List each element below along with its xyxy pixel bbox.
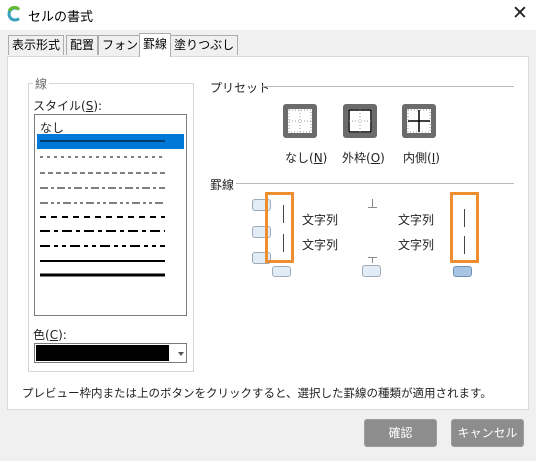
preset-none-label: なし(N) [285, 151, 328, 165]
preset-inside-icon [407, 109, 431, 133]
preview-right-border-bottom [464, 236, 465, 254]
preset-section-title: プリセット [210, 81, 271, 95]
preview-center-tick-top [372, 199, 373, 207]
left-border-highlight [265, 192, 294, 263]
line-style-options[interactable] [37, 130, 187, 280]
color-label: 色(C): [33, 328, 67, 342]
preview-right-border-top [464, 209, 465, 227]
preview-left-border-top [283, 205, 284, 223]
style-label: スタイル(S): [33, 99, 103, 113]
border-right-button[interactable] [453, 266, 472, 277]
border-divider [236, 183, 514, 184]
preview-center-tick-bottom [372, 257, 373, 263]
preview-center-tick-top-cap [368, 207, 377, 208]
preset-divider [262, 86, 514, 87]
preview-left-border-bottom [283, 234, 284, 252]
preset-outline-button[interactable] [343, 104, 377, 138]
preset-none-icon [288, 109, 312, 133]
preset-outline-icon [348, 109, 372, 133]
preset-inside-label: 内側(I) [403, 151, 440, 165]
border-left-button[interactable] [272, 266, 291, 277]
preview-text: 文字列 [302, 213, 339, 227]
color-swatch [36, 345, 169, 361]
line-group-title: 線 [33, 75, 50, 92]
border-section-title: 罫線 [210, 178, 235, 192]
ok-button[interactable]: 確認 [364, 419, 437, 447]
preview-text: 文字列 [398, 213, 435, 227]
preview-text: 文字列 [302, 238, 339, 252]
preset-none-button[interactable] [283, 104, 317, 138]
cancel-button[interactable]: キャンセル [451, 419, 524, 447]
preset-inside-button[interactable] [402, 104, 436, 138]
chevron-down-icon[interactable] [178, 352, 184, 356]
hint-text: プレビュー枠内または上のボタンをクリックすると、選択した罫線の種類が適用されます… [22, 386, 492, 400]
preview-text: 文字列 [398, 238, 435, 252]
preset-outline-label: 外枠(O) [342, 151, 385, 165]
border-vertical-inside-button[interactable] [362, 265, 381, 277]
